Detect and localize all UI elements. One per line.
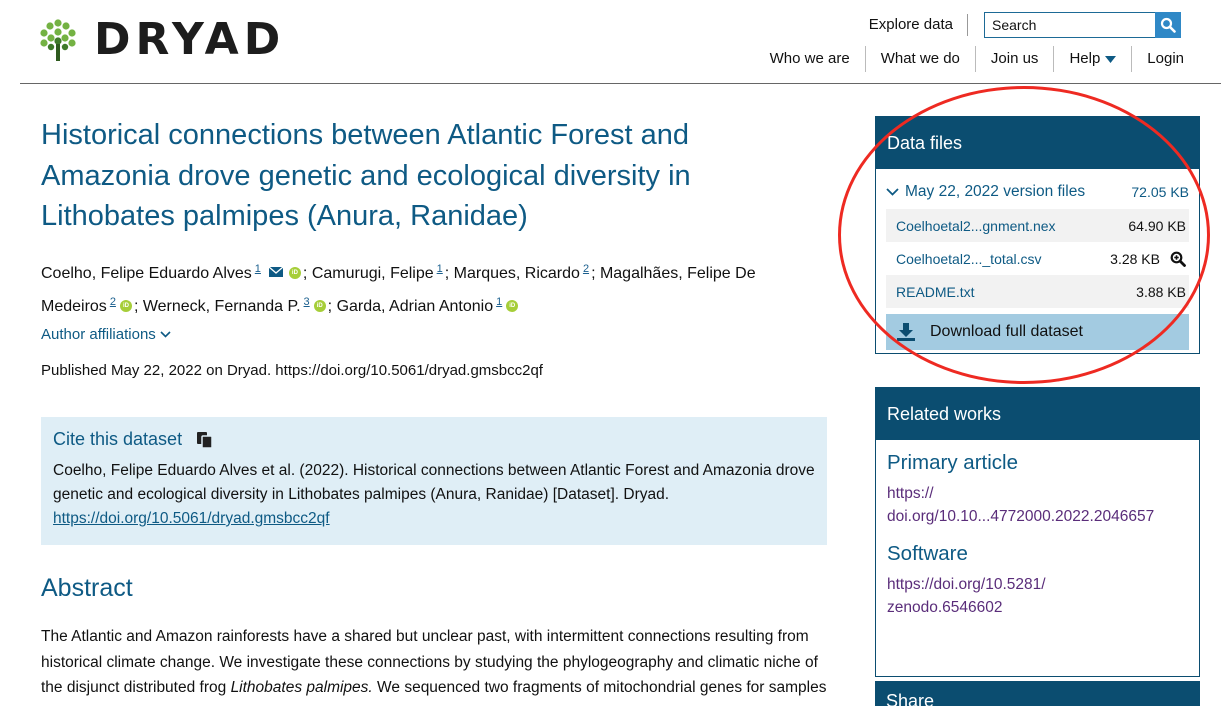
dataset-title: Historical connections between Atlantic … xyxy=(41,119,691,232)
search-form xyxy=(984,12,1181,38)
file-link[interactable]: README.txt xyxy=(896,284,975,300)
cite-heading: Cite this dataset xyxy=(53,429,815,450)
affiliation-ref[interactable]: 1 xyxy=(437,263,443,275)
abstract-heading: Abstract xyxy=(41,574,133,602)
search-icon xyxy=(1160,17,1176,33)
tree-logo-icon xyxy=(40,19,76,61)
orcid-icon[interactable]: iD xyxy=(313,300,326,312)
version-label: May 22, 2022 version files xyxy=(905,183,1086,200)
top-utility-nav: Explore data xyxy=(869,12,1181,38)
file-row: Coelhoetal2..._total.csv 3.28 KB xyxy=(886,242,1189,275)
file-link[interactable]: Coelhoetal2...gnment.nex xyxy=(896,218,1056,234)
share-panel: Share xyxy=(875,681,1200,706)
primary-article-heading: Primary article xyxy=(887,451,1018,474)
link-line: https:// xyxy=(887,485,934,502)
orcid-icon[interactable]: iD xyxy=(288,267,301,279)
related-works-panel: Related works Primary article https:// d… xyxy=(875,387,1200,677)
primary-article-link[interactable]: https:// doi.org/10.10...4772000.2022.20… xyxy=(876,482,1199,528)
cite-heading-text: Cite this dataset xyxy=(53,429,183,449)
orcid-icon[interactable]: iD xyxy=(506,300,519,312)
software-heading: Software xyxy=(887,542,968,565)
author-affiliations-toggle[interactable]: Author affiliations xyxy=(41,326,171,343)
cite-dataset-box: Cite this dataset Coelho, Felipe Eduardo… xyxy=(41,417,827,545)
author-name: Werneck, Fernanda P. xyxy=(142,298,301,315)
nav-label: Login xyxy=(1147,50,1184,67)
author-name: Marques, Ricardo xyxy=(453,265,580,282)
affiliation-ref[interactable]: 2 xyxy=(583,263,589,275)
chevron-down-icon xyxy=(886,188,899,196)
author-name: Camurugi, Felipe xyxy=(311,265,434,282)
affiliation-ref[interactable]: 1 xyxy=(255,263,261,275)
file-size: 3.28 KB xyxy=(1110,250,1160,267)
version-size: 72.05 KB xyxy=(1131,184,1189,200)
dryad-logo[interactable]: DRYAD xyxy=(40,16,285,64)
nav-who-we-are[interactable]: Who we are xyxy=(755,46,865,72)
file-link[interactable]: Coelhoetal2..._total.csv xyxy=(896,251,1042,267)
author-name: Garda, Adrian Antonio xyxy=(336,298,494,315)
header-divider xyxy=(20,83,1221,84)
publication-info: Published May 22, 2022 on Dryad. https:/… xyxy=(41,362,543,379)
link-line: doi.org/10.10...4772000.2022.2046657 xyxy=(887,508,1155,525)
email-icon[interactable] xyxy=(268,267,283,277)
related-works-heading: Related works xyxy=(876,388,1199,440)
chevron-down-icon xyxy=(160,331,171,338)
caret-down-icon xyxy=(1105,55,1117,63)
search-button[interactable] xyxy=(1155,12,1181,38)
file-size: 3.88 KB xyxy=(1136,283,1186,300)
explore-data-link[interactable]: Explore data xyxy=(869,14,968,36)
file-row: Coelhoetal2...gnment.nex 64.90 KB xyxy=(886,209,1189,242)
file-meta: 64.90 KB xyxy=(1128,218,1186,234)
nav-login[interactable]: Login xyxy=(1131,46,1199,72)
nav-what-we-do[interactable]: What we do xyxy=(864,46,975,72)
software-link[interactable]: https://doi.org/10.5281/ zenodo.6546602 xyxy=(876,573,1199,619)
preview-zoom-icon[interactable] xyxy=(1170,251,1186,267)
main-nav: Who we are What we do Join us Help Login xyxy=(755,46,1199,72)
citation-text: Coelho, Felipe Eduardo Alves et al. (202… xyxy=(53,459,815,531)
nav-help[interactable]: Help xyxy=(1053,46,1131,72)
file-row: README.txt 3.88 KB xyxy=(886,275,1189,308)
copy-icon[interactable] xyxy=(196,431,214,449)
link-line: zenodo.6546602 xyxy=(887,599,1003,616)
download-icon xyxy=(897,323,915,341)
share-heading: Share xyxy=(875,681,1200,706)
download-label: Download full dataset xyxy=(930,323,1083,340)
citation-doi-link[interactable]: https://doi.org/10.5061/dryad.gmsbcc2qf xyxy=(53,510,330,527)
nav-label: Help xyxy=(1069,50,1101,67)
version-files-toggle[interactable]: May 22, 2022 version files 72.05 KB xyxy=(876,181,1199,203)
affiliation-ref[interactable]: 3 xyxy=(304,296,310,308)
author-list: Coelho, Felipe Eduardo Alves 1 iD; Camurug… xyxy=(41,263,756,315)
affiliation-ref[interactable]: 2 xyxy=(110,296,116,308)
logo-wordmark: DRYAD xyxy=(94,14,286,65)
download-full-dataset-button[interactable]: Download full dataset xyxy=(886,314,1189,350)
citation-body: Coelho, Felipe Eduardo Alves et al. (202… xyxy=(53,462,815,503)
nav-label: Join us xyxy=(990,50,1039,67)
nav-label: What we do xyxy=(880,50,960,67)
species-name: Lithobates palmipes. xyxy=(230,679,373,696)
link-line: https://doi.org/10.5281/ xyxy=(887,576,1046,593)
abstract-text: The Atlantic and Amazon rainforests have… xyxy=(41,624,831,706)
version-name: May 22, 2022 version files xyxy=(886,183,1085,201)
nav-join-us[interactable]: Join us xyxy=(974,46,1054,72)
author-name: Coelho, Felipe Eduardo Alves xyxy=(41,265,252,282)
file-meta: 3.88 KB xyxy=(1136,284,1186,300)
search-input[interactable] xyxy=(984,12,1155,38)
data-files-heading: Data files xyxy=(876,117,1199,169)
file-size: 64.90 KB xyxy=(1128,217,1186,234)
file-meta: 3.28 KB xyxy=(1110,251,1186,267)
nav-label: Who we are xyxy=(769,50,850,67)
data-files-panel: Data files May 22, 2022 version files 72… xyxy=(875,116,1200,354)
affiliation-ref[interactable]: 1 xyxy=(496,296,502,308)
orcid-icon[interactable]: iD xyxy=(119,300,132,312)
affiliations-label: Author affiliations xyxy=(41,326,156,343)
